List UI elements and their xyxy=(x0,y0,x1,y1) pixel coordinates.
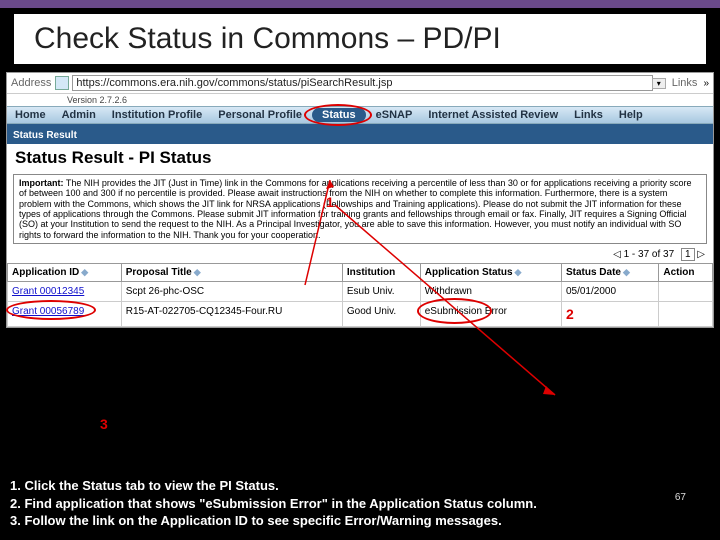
proposal-cell: Scpt 26-phc-OSC xyxy=(121,282,342,302)
nav-personal-profile[interactable]: Personal Profile xyxy=(210,107,310,123)
sub-nav: Status Result xyxy=(7,124,713,144)
proposal-cell: R15-AT-022705-CQ12345-Four.RU xyxy=(121,302,342,327)
subnav-status-result[interactable]: Status Result xyxy=(13,130,77,141)
nav-esnap[interactable]: eSNAP xyxy=(368,107,421,123)
action-cell xyxy=(659,282,713,302)
slide-title: Check Status in Commons – PD/PI xyxy=(14,14,706,64)
important-label: Important: xyxy=(19,178,64,188)
application-id-link[interactable]: Grant 00056789 xyxy=(12,306,84,317)
sort-icon[interactable] xyxy=(623,267,630,278)
pager-page[interactable]: 1 xyxy=(681,248,695,261)
instruction-line-1: 1. Click the Status tab to view the PI S… xyxy=(10,477,710,495)
instruction-panel: 1. Click the Status tab to view the PI S… xyxy=(0,471,720,540)
table-row: Grant 00056789 R15-AT-022705-CQ12345-Fou… xyxy=(8,302,713,327)
col-institution[interactable]: Institution xyxy=(342,264,420,282)
action-cell xyxy=(659,302,713,327)
col-application-id[interactable]: Application ID xyxy=(8,264,122,282)
col-proposal-title[interactable]: Proposal Title xyxy=(121,264,342,282)
slide-number: 67 xyxy=(675,491,686,505)
col-application-status[interactable]: Application Status xyxy=(420,264,561,282)
nav-institution-profile[interactable]: Institution Profile xyxy=(104,107,210,123)
application-id-link[interactable]: Grant 00012345 xyxy=(12,286,84,297)
results-table: Application ID Proposal Title Institutio… xyxy=(7,263,713,327)
pager-range: 1 - 37 of 37 xyxy=(624,249,675,260)
institution-cell: Good Univ. xyxy=(342,302,420,327)
chevron-icon[interactable]: » xyxy=(703,78,709,89)
page-heading: Status Result - PI Status xyxy=(7,144,713,172)
browser-window: Address https://commons.era.nih.gov/comm… xyxy=(6,72,714,328)
table-row: Grant 00012345 Scpt 26-phc-OSC Esub Univ… xyxy=(8,282,713,302)
col-status-date[interactable]: Status Date xyxy=(561,264,658,282)
instruction-line-3: 3. Follow the link on the Application ID… xyxy=(10,512,710,530)
status-cell: eSubmission Error xyxy=(425,306,507,317)
callout-3: 3 xyxy=(100,416,108,432)
important-text: The NIH provides the JIT (Just in Time) … xyxy=(19,178,691,240)
status-cell: Withdrawn xyxy=(420,282,561,302)
callout-1: 1 xyxy=(326,194,334,210)
sort-icon[interactable] xyxy=(194,267,201,278)
pager: ◁ 1 - 37 of 37 1 ▷ xyxy=(7,246,713,263)
instruction-line-2: 2. Find application that shows "eSubmiss… xyxy=(10,495,710,513)
main-nav: Home Admin Institution Profile Personal … xyxy=(7,106,713,124)
sort-icon[interactable] xyxy=(515,267,522,278)
nav-status[interactable]: Status xyxy=(312,108,366,122)
nav-home[interactable]: Home xyxy=(7,107,54,123)
pager-next-icon[interactable]: ▷ xyxy=(697,249,705,260)
address-field[interactable]: https://commons.era.nih.gov/commons/stat… xyxy=(72,75,652,91)
address-label: Address xyxy=(11,77,51,89)
date-cell: 05/01/2000 xyxy=(561,282,658,302)
col-action[interactable]: Action xyxy=(659,264,713,282)
sort-icon[interactable] xyxy=(81,267,88,278)
version-label: Version 2.7.2.6 xyxy=(7,94,713,106)
links-label: Links xyxy=(672,77,698,89)
pager-prev-icon[interactable]: ◁ xyxy=(613,249,621,260)
address-dropdown[interactable]: ▾ xyxy=(652,78,666,89)
nav-admin[interactable]: Admin xyxy=(54,107,104,123)
nav-links[interactable]: Links xyxy=(566,107,611,123)
nav-iar[interactable]: Internet Assisted Review xyxy=(420,107,566,123)
page-icon xyxy=(55,76,69,90)
callout-2: 2 xyxy=(566,306,574,322)
nav-help[interactable]: Help xyxy=(611,107,651,123)
important-notice: Important: The NIH provides the JIT (Jus… xyxy=(13,174,707,244)
institution-cell: Esub Univ. xyxy=(342,282,420,302)
